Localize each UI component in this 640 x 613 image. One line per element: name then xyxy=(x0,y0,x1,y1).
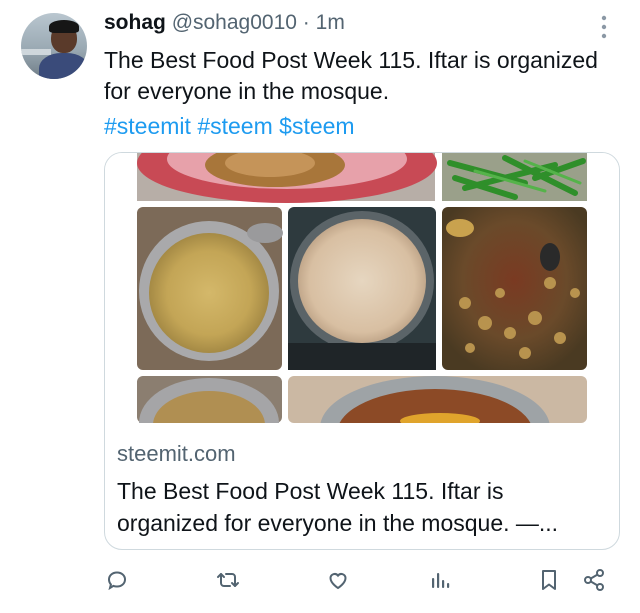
more-options-icon[interactable] xyxy=(598,14,610,40)
card-domain: steemit.com xyxy=(117,441,236,466)
food-photo-khichuri xyxy=(137,207,283,370)
card-image[interactable] xyxy=(105,153,619,480)
bookmark-icon[interactable] xyxy=(529,560,569,600)
avatar-shirt xyxy=(39,53,87,79)
share-icon[interactable] xyxy=(574,560,614,600)
display-name[interactable]: sohag xyxy=(104,11,166,34)
hashtag-row: #steemit #steem $steem xyxy=(104,111,355,142)
views-icon[interactable] xyxy=(420,560,460,600)
food-photo-plate xyxy=(137,153,437,203)
timestamp[interactable]: 1m xyxy=(316,11,345,34)
user-handle[interactable]: @sohag0010 xyxy=(172,11,297,34)
food-photo-pot-bottom-right xyxy=(288,376,587,480)
heart-icon[interactable] xyxy=(318,560,358,600)
avatar[interactable] xyxy=(21,13,87,79)
food-photo-rice xyxy=(288,207,436,370)
hashtag-steemit[interactable]: #steemit xyxy=(104,113,191,139)
separator-dot: · xyxy=(302,11,310,34)
avatar-background xyxy=(21,49,51,55)
card-title: The Best Food Post Week 115. Iftar is or… xyxy=(117,478,559,536)
tweet-text: The Best Food Post Week 115. Iftar is or… xyxy=(104,47,598,104)
action-bar xyxy=(0,560,640,600)
retweet-icon[interactable] xyxy=(208,560,248,600)
avatar-hair xyxy=(49,20,79,33)
cashtag-steem[interactable]: $steem xyxy=(279,113,354,139)
food-photo-pot-bottom-left xyxy=(137,376,282,468)
hashtag-steem[interactable]: #steem xyxy=(197,113,272,139)
food-photo-curry xyxy=(442,207,587,370)
link-preview-card[interactable]: steemit.com The Best Food Post Week 115.… xyxy=(104,152,620,550)
reply-icon[interactable] xyxy=(97,560,137,600)
tweet-header: sohag @sohag0010 · 1m xyxy=(104,11,345,35)
food-photo-chillies xyxy=(442,153,587,201)
